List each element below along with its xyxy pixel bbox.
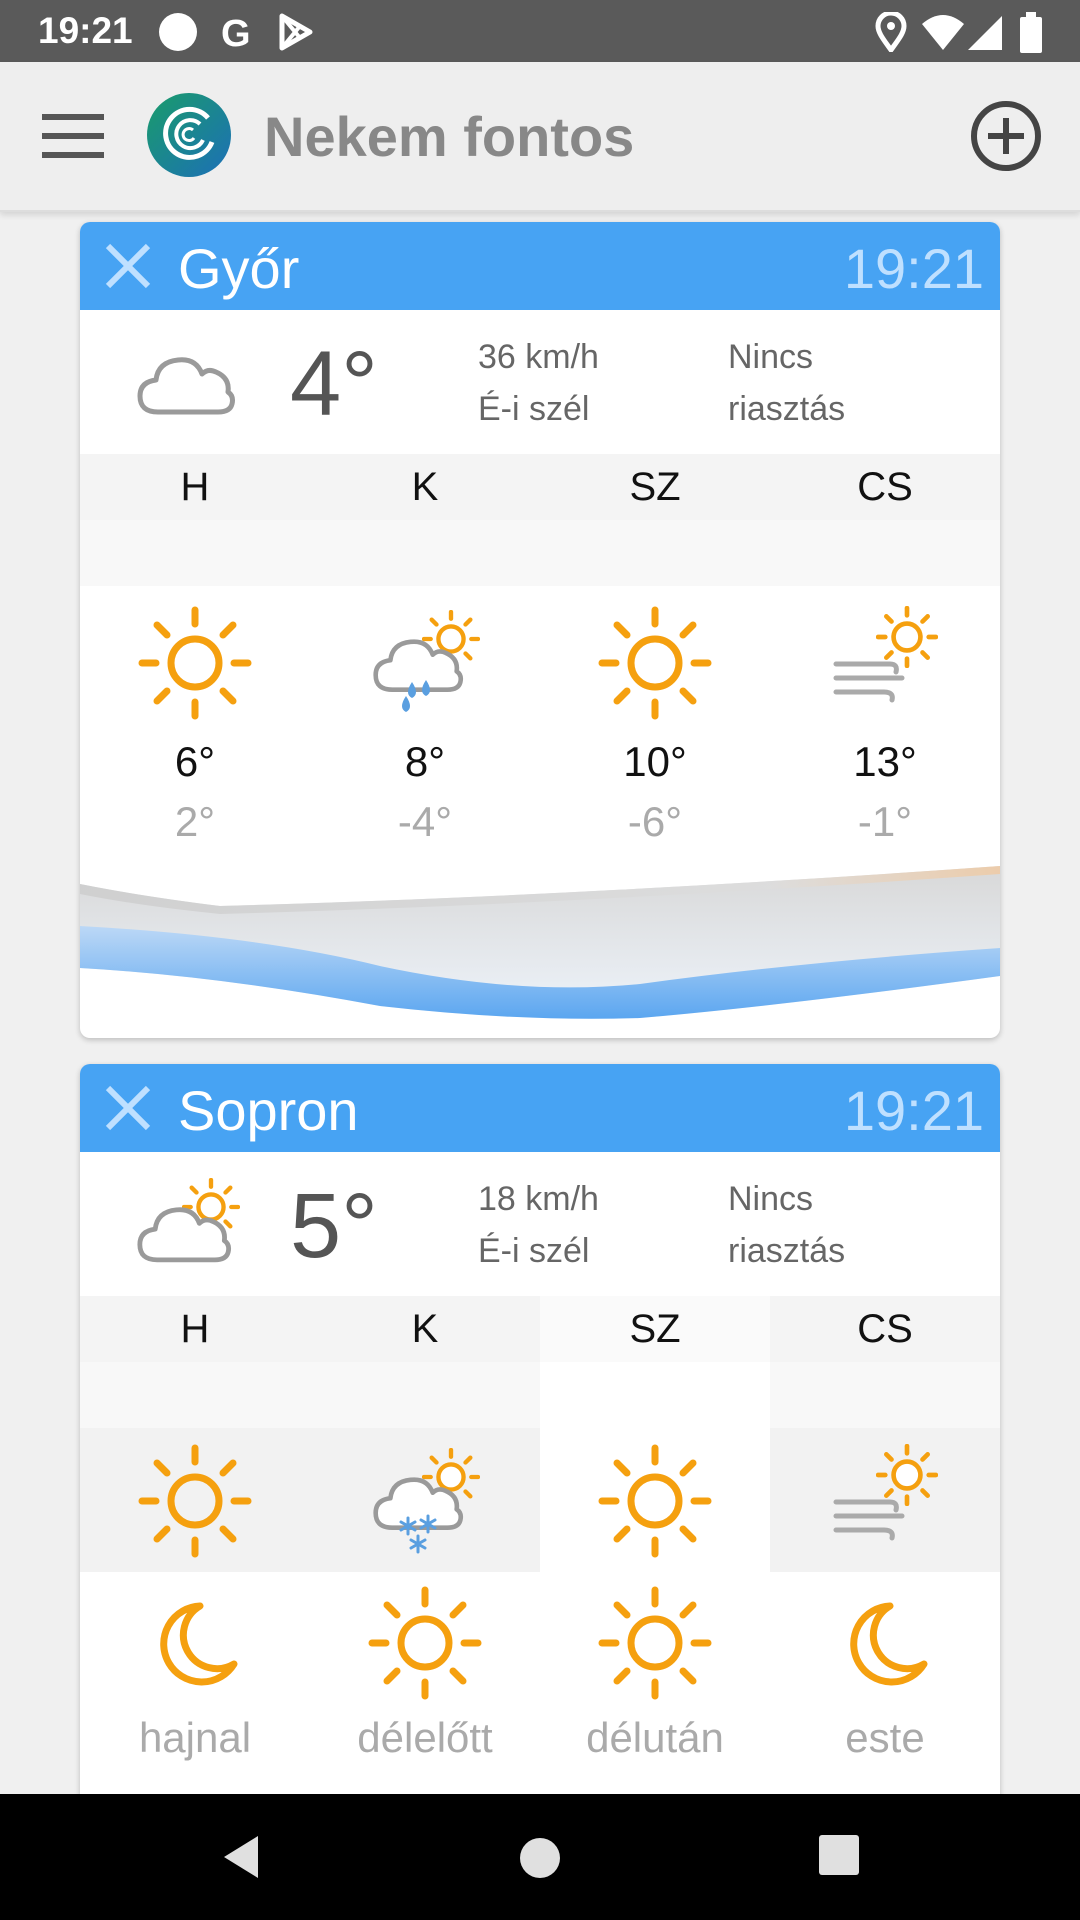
forecast-day[interactable] xyxy=(540,1428,770,1572)
wind-speed: 18 km/h xyxy=(478,1180,599,1218)
day-label[interactable]: K xyxy=(310,1296,540,1362)
sun-icon xyxy=(598,1586,712,1700)
alert-status-line1: Nincs xyxy=(728,338,814,376)
close-icon[interactable] xyxy=(102,240,154,292)
hamburger-menu-icon[interactable] xyxy=(42,114,104,158)
wifi-icon xyxy=(922,15,964,50)
moon-icon xyxy=(138,1586,252,1700)
moon-icon xyxy=(828,1586,942,1700)
app-toolbar: Nekem fontos xyxy=(0,62,1080,212)
forecast-day[interactable]: 13° -1° xyxy=(770,586,1000,866)
battery-icon xyxy=(1020,12,1042,53)
city-card-sopron[interactable]: Sopron 19:21 5° 18 km/h É-i szél Nincs r… xyxy=(80,1064,1000,1804)
period-item[interactable]: hajnal xyxy=(80,1572,310,1792)
period-label: hajnal xyxy=(138,1714,252,1761)
temperature-trend-graphic xyxy=(80,866,1000,1019)
wind-direction: É-i szél xyxy=(478,390,590,428)
current-temperature: 5° xyxy=(290,1175,378,1277)
forecast-day[interactable] xyxy=(770,1428,1000,1572)
sun-icon xyxy=(368,1586,482,1700)
forecast-day[interactable]: 8° -4° xyxy=(310,586,540,866)
high-temp: 13° xyxy=(853,738,917,785)
system-nav-bar xyxy=(0,1794,1080,1920)
sun-icon xyxy=(598,606,712,720)
day-header-row: H K SZ CS xyxy=(80,1296,1000,1362)
play-store-icon xyxy=(279,13,313,51)
update-time: 19:21 xyxy=(843,1079,984,1142)
sun-icon xyxy=(598,1444,712,1558)
forecast-day[interactable]: 6° 2° xyxy=(80,586,310,866)
alert-status-line2: riasztás xyxy=(728,1232,846,1270)
add-circle-icon[interactable] xyxy=(970,100,1042,172)
day-label[interactable]: SZ xyxy=(540,1296,770,1362)
city-card-gyor[interactable]: Győr 19:21 4° 36 km/h É-i szél Nincs ria… xyxy=(80,222,1000,1038)
circle-icon xyxy=(159,13,197,51)
location-icon xyxy=(875,12,907,52)
sun-icon xyxy=(138,1444,252,1558)
page-title: Nekem fontos xyxy=(264,105,635,168)
wind-sun-icon xyxy=(833,1444,942,1541)
wind-direction: É-i szél xyxy=(478,1232,590,1270)
day-label[interactable]: H xyxy=(80,454,310,520)
period-item[interactable]: este xyxy=(770,1572,1000,1792)
forecast-day[interactable] xyxy=(310,1428,540,1572)
day-label[interactable]: H xyxy=(80,1296,310,1362)
high-temp: 8° xyxy=(404,738,446,785)
wind-speed: 36 km/h xyxy=(478,338,599,376)
alert-status-line2: riasztás xyxy=(728,390,846,428)
period-label: délután xyxy=(586,1714,724,1761)
city-name: Győr xyxy=(178,237,300,300)
rain-cloud-sun-icon xyxy=(368,606,482,712)
app-logo-icon xyxy=(147,93,231,177)
cloud-sun-icon xyxy=(132,1178,242,1270)
low-temp: -4° xyxy=(397,798,453,845)
recents-icon[interactable] xyxy=(816,1832,862,1878)
svg-text:G: G xyxy=(221,13,251,52)
daily-icon-row xyxy=(80,1428,1000,1572)
day-period-row: hajnal délelőtt délután este xyxy=(80,1572,1000,1792)
high-temp: 10° xyxy=(623,738,687,785)
forecast-day[interactable]: 10° -6° xyxy=(540,586,770,866)
cloud-icon xyxy=(132,336,242,428)
low-temp: -6° xyxy=(627,798,683,845)
period-label: délelőtt xyxy=(357,1714,493,1761)
card-header: Sopron 19:21 xyxy=(80,1064,1000,1152)
daily-forecast-row: 6° 2° 8° -4° 10° -6° 13° -1° xyxy=(80,586,1000,866)
day-label[interactable]: K xyxy=(310,454,540,520)
update-time: 19:21 xyxy=(843,237,984,300)
period-item[interactable]: délután xyxy=(540,1572,770,1792)
signal-icon xyxy=(968,16,1002,50)
forecast-day[interactable] xyxy=(80,1428,310,1572)
period-item[interactable]: délelőtt xyxy=(310,1572,540,1792)
low-temp: 2° xyxy=(174,798,216,845)
alert-status-line1: Nincs xyxy=(728,1180,814,1218)
city-name: Sopron xyxy=(178,1079,359,1142)
current-weather: 4° 36 km/h É-i szél Nincs riasztás xyxy=(80,310,1000,454)
status-time: 19:21 xyxy=(38,10,133,51)
google-icon: G xyxy=(221,13,251,52)
day-label[interactable]: SZ xyxy=(540,454,770,520)
card-header: Győr 19:21 xyxy=(80,222,1000,310)
high-temp: 6° xyxy=(174,738,216,785)
separator-strip xyxy=(80,520,1000,586)
day-label[interactable]: CS xyxy=(770,1296,1000,1362)
home-icon[interactable] xyxy=(514,1832,566,1884)
period-label: este xyxy=(845,1714,925,1761)
status-bar: 19:21 G xyxy=(0,0,1080,62)
low-temp: -1° xyxy=(857,798,913,845)
day-header-row: H K SZ CS xyxy=(80,454,1000,520)
snow-cloud-sun-icon xyxy=(368,1444,482,1554)
wind-sun-icon xyxy=(833,606,942,703)
back-icon[interactable] xyxy=(216,1832,266,1882)
sun-icon xyxy=(138,606,252,720)
close-icon[interactable] xyxy=(102,1082,154,1134)
day-label[interactable]: CS xyxy=(770,454,1000,520)
current-temperature: 4° xyxy=(290,333,378,435)
separator-strip xyxy=(80,1362,1000,1428)
current-weather: 5° 18 km/h É-i szél Nincs riasztás xyxy=(80,1152,1000,1296)
